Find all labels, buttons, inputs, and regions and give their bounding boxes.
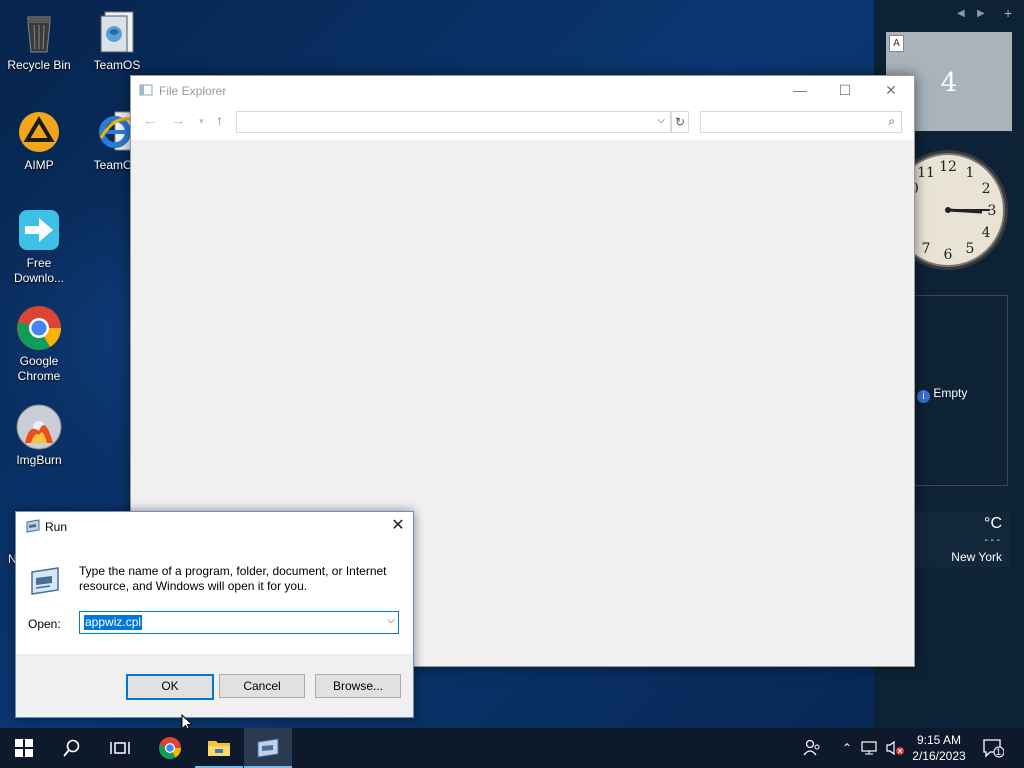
clock-numeral: 1 xyxy=(966,165,975,181)
aimp-icon xyxy=(15,108,63,156)
clock-face-icon: 121234567891011 xyxy=(904,150,1008,270)
aimp-desktop-icon[interactable]: AIMP xyxy=(1,108,77,173)
gadget-next-icon[interactable]: ▶ xyxy=(977,8,985,19)
weather-unit: °C xyxy=(984,515,1002,532)
back-arrow-icon[interactable]: ← xyxy=(143,112,157,128)
weather-temp: - - - xyxy=(984,535,1000,546)
run-icon xyxy=(257,738,279,758)
teamos-icon xyxy=(93,8,141,56)
explorer-titlebar[interactable]: File Explorer — ☐ ✕ xyxy=(131,76,914,104)
taskbar-run[interactable] xyxy=(244,728,292,768)
search-icon: ⌕ xyxy=(888,114,895,128)
clock-numeral: 6 xyxy=(944,247,953,263)
chevron-down-icon[interactable]: ⌵ xyxy=(387,615,395,626)
start-button[interactable] xyxy=(0,728,48,768)
windows-logo-icon xyxy=(15,739,33,757)
clock-numeral: 5 xyxy=(966,241,975,257)
taskbar-file-explorer[interactable] xyxy=(195,728,243,768)
volume-muted-icon[interactable] xyxy=(884,728,906,768)
weather-gadget[interactable]: °C - - - New York xyxy=(914,511,1010,567)
taskbar: ⌃ 9:15 AM 2/16/2023 1 xyxy=(0,728,1024,768)
desktop-icon-label: TeamOS xyxy=(93,58,141,72)
recycle-bin-desktop-icon[interactable]: Recycle Bin xyxy=(1,8,77,73)
imgburn-icon xyxy=(15,403,63,451)
explorer-app-icon xyxy=(139,83,153,100)
open-input-value[interactable]: appwiz.cpl xyxy=(84,615,143,630)
explorer-title: File Explorer xyxy=(159,84,227,98)
up-arrow-icon[interactable]: ↑ xyxy=(216,112,223,128)
ok-button[interactable]: OK xyxy=(126,674,214,700)
free-download-desktop-icon[interactable]: Free Downlo... xyxy=(1,206,77,286)
run-body: Type the name of a program, folder, docu… xyxy=(16,540,413,654)
explorer-navbar: ← → ▾ ↑ ⌵ ↻ ⌕ xyxy=(131,104,914,141)
close-button[interactable]: ✕ xyxy=(383,512,413,540)
address-dropdown-icon[interactable]: ⌵ xyxy=(653,111,669,131)
run-dialog[interactable]: Run ✕ Type the name of a program, folder… xyxy=(15,511,414,718)
clock-gadget[interactable]: 121234567891011 xyxy=(904,146,1016,274)
clock-numeral: 2 xyxy=(982,181,991,197)
open-label: Open: xyxy=(28,617,61,631)
gadget-prev-icon[interactable]: ◀ xyxy=(957,8,965,19)
desktop-icon-label: Recycle Bin xyxy=(7,58,71,72)
clock-numeral: 11 xyxy=(917,165,935,181)
recent-locations-chevron-icon[interactable]: ▾ xyxy=(199,116,204,127)
refresh-icon[interactable]: ↻ xyxy=(671,111,689,133)
search-box[interactable]: ⌕ xyxy=(700,111,902,133)
task-view-button[interactable] xyxy=(96,728,144,768)
action-center-button[interactable]: 1 xyxy=(978,728,1008,768)
desktop-icon-label: ImgBurn xyxy=(16,453,62,467)
chrome-icon xyxy=(159,737,181,759)
show-hidden-icons-chevron-icon[interactable]: ⌃ xyxy=(838,728,856,768)
chrome-icon xyxy=(15,304,63,352)
desktop-icon-label: AIMP xyxy=(24,158,54,172)
folder-icon xyxy=(208,741,230,756)
panel-status-text: Empty xyxy=(933,386,968,400)
people-icon[interactable] xyxy=(800,728,824,768)
tray-time: 9:15 AM xyxy=(916,733,962,747)
address-bar[interactable] xyxy=(236,111,671,133)
weather-city: New York xyxy=(951,550,1002,564)
close-button[interactable]: ✕ xyxy=(868,76,914,104)
recycle-bin-icon xyxy=(15,8,63,56)
taskbar-chrome[interactable] xyxy=(146,728,194,768)
clock-tray[interactable]: 9:15 AM 2/16/2023 xyxy=(908,728,970,768)
network-icon[interactable] xyxy=(860,728,880,768)
google-chrome-desktop-icon[interactable]: Google Chrome xyxy=(1,304,77,384)
search-icon xyxy=(63,739,80,757)
add-gadget-icon[interactable]: + xyxy=(1004,5,1012,21)
teamos-desktop-icon[interactable]: TeamOS xyxy=(79,8,155,73)
run-description: Type the name of a program, folder, docu… xyxy=(79,564,387,593)
browse-button[interactable]: Browse... xyxy=(315,674,401,698)
clock-numeral: 7 xyxy=(922,241,931,257)
imgburn-desktop-icon[interactable]: ImgBurn xyxy=(1,403,77,468)
clock-numeral: 4 xyxy=(982,225,991,241)
info-icon: i xyxy=(917,390,930,403)
run-program-icon xyxy=(28,566,62,599)
desktop-icon-label: Free Downlo... xyxy=(13,256,65,285)
desktop: Recycle Bin TeamOS AIMP TeamOS Free Down… xyxy=(0,0,1024,733)
clock-numeral: 12 xyxy=(939,159,957,175)
cancel-button[interactable]: Cancel xyxy=(219,674,305,698)
search-button[interactable] xyxy=(48,728,96,768)
run-app-icon xyxy=(25,519,41,536)
open-combobox[interactable]: appwiz.cpl ⌵ xyxy=(79,611,399,634)
task-view-icon xyxy=(110,742,130,754)
free-download-manager-icon xyxy=(15,206,63,254)
desktop-icon-label: Google Chrome xyxy=(17,354,61,383)
minimize-button[interactable]: — xyxy=(777,76,823,104)
calendar-letter: A xyxy=(889,35,904,52)
tray-date: 2/16/2023 xyxy=(912,749,966,763)
notification-count: 1 xyxy=(996,747,1002,757)
maximize-button[interactable]: ☐ xyxy=(822,76,868,104)
run-title: Run xyxy=(45,520,68,534)
notes-gadget-panel[interactable]: i Empty xyxy=(914,295,1008,486)
panel-status: i Empty xyxy=(917,386,967,403)
forward-arrow-icon[interactable]: → xyxy=(171,112,185,128)
run-titlebar[interactable]: Run ✕ xyxy=(16,512,413,540)
